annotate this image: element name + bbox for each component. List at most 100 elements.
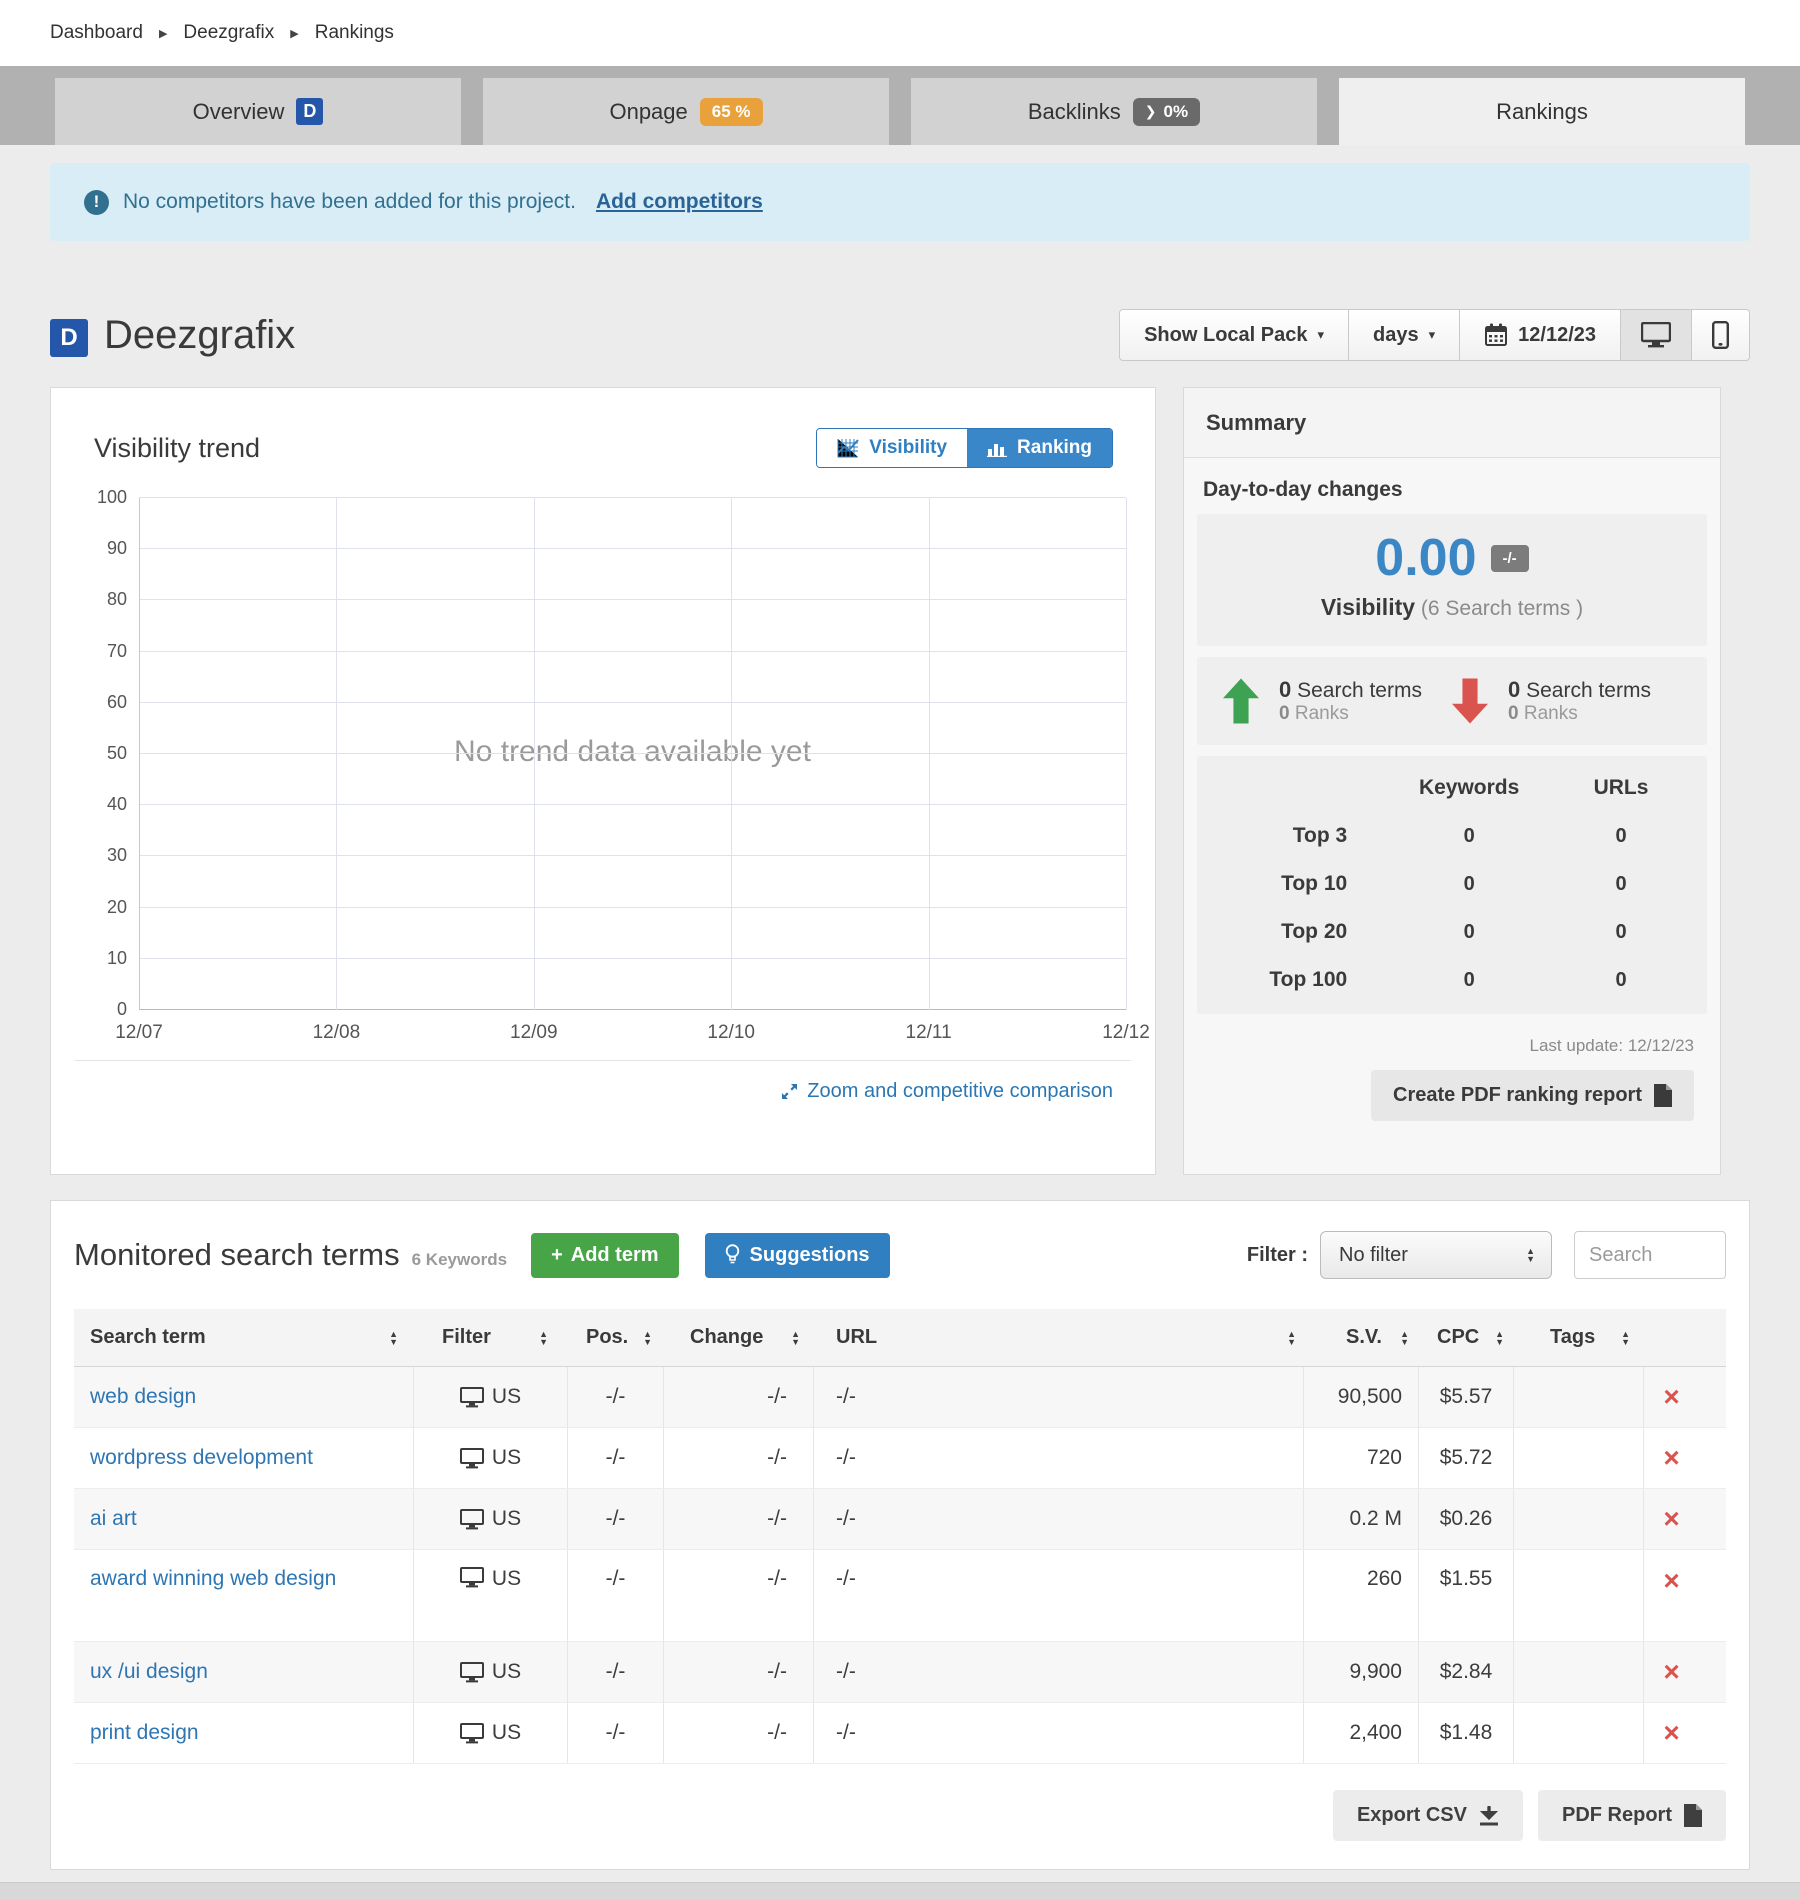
search-term-link[interactable]: ai art [90,1507,137,1531]
gridline-h [139,497,1126,498]
cpc-value: $5.57 [1440,1385,1493,1409]
tab-onpage-label: Onpage [609,99,687,125]
create-pdf-report-button[interactable]: Create PDF ranking report [1371,1070,1694,1121]
search-term-link[interactable]: web design [90,1385,196,1409]
search-term-link[interactable]: ux /ui design [90,1660,208,1684]
position-value: -/- [606,1567,626,1591]
gridline-h [139,599,1126,600]
rank-row-label: Top 20 [1207,920,1393,944]
x-axis-tick: 12/09 [510,1022,558,1044]
select-arrows-icon: ▲▼ [1526,1247,1535,1263]
no-competitors-banner: ! No competitors have been added for thi… [50,163,1750,241]
x-axis-tick: 12/12 [1102,1022,1150,1044]
delete-term-button[interactable]: × [1663,1567,1679,1595]
gridline-h [139,753,1126,754]
sort-icon[interactable]: ▲▼ [1621,1330,1630,1346]
keywords-table: Search term▲▼ Filter▲▼ Pos.▲▼ Change▲▼ U… [74,1309,1726,1764]
visibility-ranking-toggle: Visibility Ranking [816,428,1113,468]
desktop-icon [460,1723,484,1744]
tab-rankings[interactable]: Rankings [1339,78,1745,145]
tab-backlinks[interactable]: Backlinks ❯ 0% [911,78,1317,145]
change-value: -/- [767,1385,787,1409]
delete-term-button[interactable]: × [1663,1383,1679,1411]
chart-empty-message: No trend data available yet [454,735,811,769]
onpage-score-badge: 65 % [700,98,763,126]
breadcrumb-dashboard[interactable]: Dashboard [50,22,143,44]
table-row: ux /ui designUS-/--/--/-9,900$2.84× [74,1642,1726,1703]
mobile-view-button[interactable] [1691,309,1750,361]
delete-term-button[interactable]: × [1663,1505,1679,1533]
show-local-pack-dropdown[interactable]: Show Local Pack ▾ [1119,309,1349,361]
url-value: -/- [836,1507,856,1531]
desktop-icon [460,1448,484,1469]
country-label: US [492,1721,521,1745]
position-value: -/- [606,1446,626,1470]
tab-rankings-label: Rankings [1496,99,1588,125]
y-axis-tick: 60 [79,692,127,713]
url-value: -/- [836,1446,856,1470]
x-axis-tick: 12/08 [313,1022,361,1044]
add-competitors-link[interactable]: Add competitors [596,190,763,214]
desktop-icon [460,1387,484,1408]
sort-icon[interactable]: ▲▼ [389,1330,398,1346]
search-term-link[interactable]: wordpress development [90,1446,313,1470]
search-term-link[interactable]: print design [90,1721,199,1745]
search-volume-value: 260 [1367,1567,1402,1591]
breadcrumb-project[interactable]: Deezgrafix [183,22,274,44]
search-term-link[interactable]: award winning web design [90,1567,336,1591]
summary-title: Summary [1184,388,1720,458]
visibility-trend-panel: Visibility trend Visibility Ranking [50,387,1156,1175]
rank-distribution-box: Keywords URLs Top 3 0 0 Top 10 0 0 Top 2… [1197,756,1707,1014]
search-volume-value: 9,900 [1349,1660,1402,1684]
change-value: -/- [767,1567,787,1591]
tab-overview[interactable]: Overview D [55,78,461,145]
toggle-visibility-button[interactable]: Visibility [817,429,967,467]
sort-icon[interactable]: ▲▼ [539,1330,548,1346]
search-volume-value: 2,400 [1349,1721,1402,1745]
toggle-ranking-button[interactable]: Ranking [967,429,1112,467]
country-label: US [492,1446,521,1470]
pdf-report-button[interactable]: PDF Report [1538,1790,1726,1841]
position-value: -/- [606,1507,626,1531]
delete-term-button[interactable]: × [1663,1444,1679,1472]
add-term-button[interactable]: + Add term [531,1233,678,1278]
score-change-badge: -/- [1491,545,1529,572]
visibility-chart-icon [837,438,859,458]
cpc-value: $1.55 [1440,1567,1493,1591]
sort-icon[interactable]: ▲▼ [643,1330,652,1346]
breadcrumb-rankings[interactable]: Rankings [315,22,394,44]
gridline-v [139,498,140,1010]
panel-divider [75,1060,1131,1061]
country-label: US [492,1567,521,1591]
date-picker-button[interactable]: 12/12/23 [1459,309,1621,361]
terms-down-stat: 0 Search terms 0 Ranks [1452,677,1681,725]
y-axis-tick: 80 [79,589,127,610]
change-value: -/- [767,1721,787,1745]
change-value: -/- [767,1660,787,1684]
score-label: Visibility [1321,594,1415,620]
zoom-comparison-link[interactable]: Zoom and competitive comparison [780,1080,1113,1103]
project-logo-badge: D [296,98,323,125]
delete-term-button[interactable]: × [1663,1719,1679,1747]
search-input[interactable] [1574,1231,1726,1279]
visibility-score-box: 0.00 -/- Visibility (6 Search terms ) [1197,514,1707,646]
sort-icon[interactable]: ▲▼ [1495,1330,1504,1346]
y-axis-tick: 30 [79,845,127,866]
info-icon: ! [84,190,109,215]
sort-icon[interactable]: ▲▼ [791,1330,800,1346]
period-dropdown[interactable]: days ▾ [1348,309,1460,361]
y-axis-tick: 40 [79,794,127,815]
sort-icon[interactable]: ▲▼ [1287,1330,1296,1346]
delete-term-button[interactable]: × [1663,1658,1679,1686]
sort-icon[interactable]: ▲▼ [1400,1330,1409,1346]
filter-select[interactable]: No filter ▲▼ [1320,1231,1552,1279]
table-row: ai artUS-/--/--/-0.2 M$0.26× [74,1489,1726,1550]
suggestions-button[interactable]: Suggestions [705,1233,890,1278]
export-csv-button[interactable]: Export CSV [1333,1790,1523,1841]
x-axis-tick: 12/10 [707,1022,755,1044]
desktop-icon [460,1567,484,1588]
tab-overview-label: Overview [193,99,285,125]
desktop-view-button[interactable] [1620,309,1692,361]
tab-onpage[interactable]: Onpage 65 % [483,78,889,145]
monitored-search-terms-panel: Monitored search terms 6 Keywords + Add … [50,1200,1750,1870]
